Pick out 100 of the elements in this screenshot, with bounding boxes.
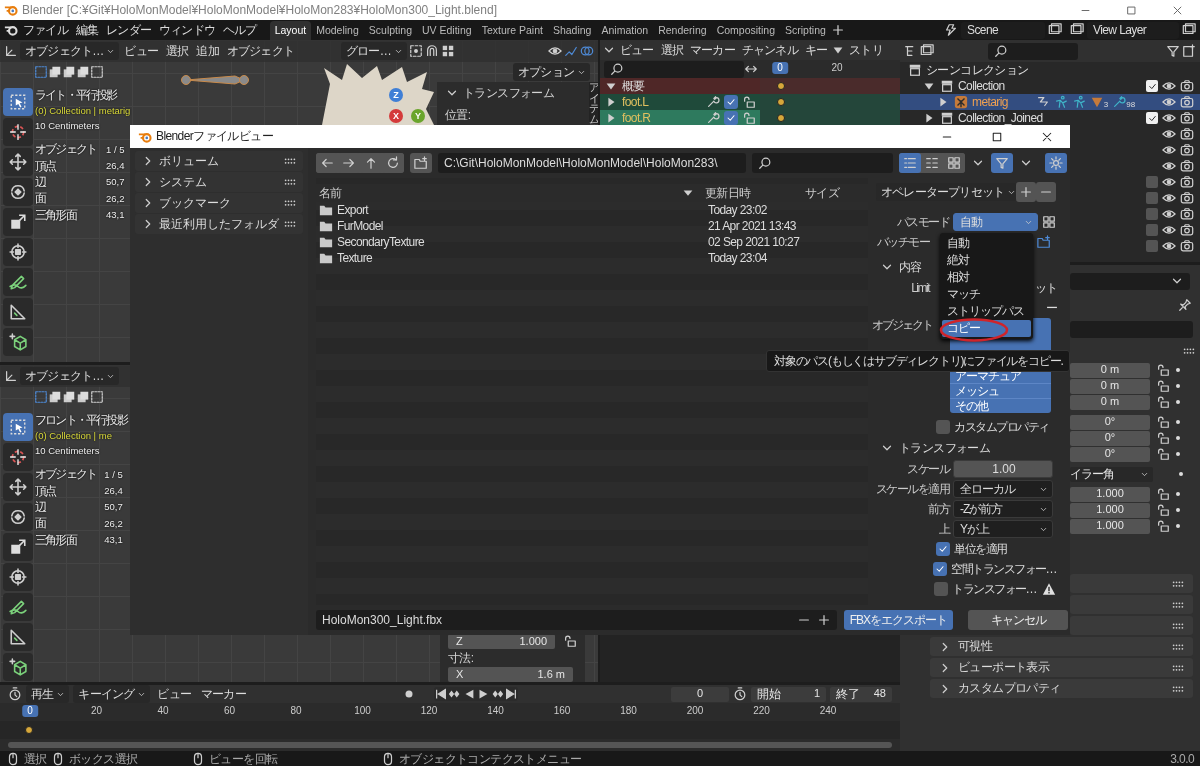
lock-icon[interactable]: [1156, 447, 1170, 461]
value-field[interactable]: 1.6 m: [537, 667, 565, 682]
eye-icon[interactable]: [1162, 239, 1176, 253]
value-field[interactable]: 1.000: [1070, 518, 1150, 534]
tool-button[interactable]: [3, 503, 33, 531]
increment-icon[interactable]: [816, 613, 831, 627]
menu-option[interactable]: 自動: [942, 235, 1031, 252]
sidebar-section[interactable]: ボリューム: [135, 151, 303, 171]
camera-icon[interactable]: [1180, 191, 1194, 205]
keyframe-dot[interactable]: [1176, 384, 1180, 388]
wrench-icon[interactable]: [706, 111, 720, 125]
tool-button[interactable]: [3, 653, 33, 681]
menu-item[interactable]: キー: [801, 41, 831, 59]
file-row[interactable]: Export Today 23:02: [316, 202, 868, 218]
dropdown-field[interactable]: [1070, 272, 1190, 290]
selection-mode-icon[interactable]: [48, 65, 62, 79]
workspace-tab[interactable]: Compositing: [711, 21, 780, 40]
camera-icon[interactable]: [1180, 223, 1194, 237]
path-field[interactable]: C:\Git\HoloMonModel\HoloMonModel\HoloMon283\: [438, 153, 746, 173]
menu-item[interactable]: ビュー: [121, 42, 161, 60]
outliner-row[interactable]: シーンコレクション: [900, 62, 1200, 78]
search-field[interactable]: [988, 42, 1078, 60]
eye-icon[interactable]: [1162, 159, 1176, 173]
view-layer-field[interactable]: View Layer: [1087, 21, 1179, 39]
workspace-tab[interactable]: Rendering: [653, 21, 712, 40]
tool-button[interactable]: [3, 593, 33, 621]
eye-icon[interactable]: [1162, 143, 1176, 157]
outliner-row[interactable]: Collection: [900, 78, 1200, 94]
object-type-toggle[interactable]: その他: [950, 398, 1051, 413]
current-frame-indicator[interactable]: 0: [772, 62, 788, 74]
visibility-icon[interactable]: [548, 44, 562, 58]
keyframe-icon[interactable]: [25, 726, 33, 734]
sidebar-section[interactable]: システム: [135, 172, 303, 192]
checkbox[interactable]: [936, 420, 950, 434]
view-layer-icon[interactable]: [1070, 23, 1084, 37]
eye-icon[interactable]: [1162, 111, 1176, 125]
pin-icon[interactable]: [1178, 298, 1192, 312]
skip-end-icon[interactable]: [503, 687, 518, 701]
pose-icon[interactable]: [1071, 95, 1086, 109]
tool-button[interactable]: [3, 413, 33, 441]
menu-item[interactable]: マーカー: [687, 41, 738, 59]
camera-icon[interactable]: [1180, 127, 1194, 141]
collection-checkbox[interactable]: [1146, 112, 1158, 124]
selection-mode-icon[interactable]: [48, 390, 62, 404]
eye-icon[interactable]: [1162, 79, 1176, 93]
tool-button[interactable]: [3, 473, 33, 501]
menu-item[interactable]: ウィンドウ: [156, 21, 219, 39]
scale-field[interactable]: 1.00: [953, 460, 1053, 478]
value-field[interactable]: 0°: [1070, 414, 1150, 430]
collection-checkbox[interactable]: [1146, 192, 1158, 204]
workspace-tab[interactable]: Animation: [596, 21, 654, 40]
remove-preset-button[interactable]: [1036, 182, 1056, 202]
tool-button[interactable]: [3, 298, 33, 326]
menu-item[interactable]: ビュー: [617, 41, 657, 59]
lock-icon[interactable]: [1156, 519, 1170, 533]
gizmo-toggle-icon[interactable]: [564, 44, 578, 58]
triangle-icon[interactable]: [1089, 95, 1104, 109]
camera-icon[interactable]: [1180, 239, 1194, 253]
tool-button[interactable]: [3, 88, 33, 116]
keyframe-dot[interactable]: [1176, 492, 1180, 496]
tool-button[interactable]: [3, 148, 33, 176]
search-field[interactable]: [752, 153, 893, 173]
tool-button[interactable]: [3, 178, 33, 206]
constraint-icon[interactable]: [1035, 95, 1050, 109]
new-folder-button[interactable]: [410, 153, 432, 173]
camera-icon[interactable]: [1180, 143, 1194, 157]
scene-field[interactable]: Scene: [961, 21, 1045, 39]
dropdown[interactable]: Yが上: [953, 520, 1053, 538]
search-field[interactable]: [604, 60, 744, 78]
tool-button[interactable]: [3, 118, 33, 146]
panel-header[interactable]: カスタムプロパティ: [930, 679, 1193, 698]
checkbox[interactable]: [936, 542, 950, 556]
settings-button[interactable]: [1045, 153, 1067, 173]
section-title[interactable]: 内容: [899, 259, 922, 275]
dropdown[interactable]: 全ローカル: [953, 480, 1053, 498]
menu-dropdown[interactable]: キーイング: [73, 685, 151, 703]
lock-icon[interactable]: [1156, 379, 1170, 393]
section-title[interactable]: トランスフォーム: [899, 440, 991, 456]
camera-icon[interactable]: [1180, 159, 1194, 173]
menu-option[interactable]: 絶対: [942, 252, 1031, 269]
camera-icon[interactable]: [1180, 111, 1194, 125]
lock-icon[interactable]: [1156, 487, 1170, 501]
tool-button[interactable]: [3, 563, 33, 591]
outliner-row[interactable]: Collection_Joined: [900, 110, 1200, 126]
value-field[interactable]: 1.000: [519, 634, 547, 648]
selection-mode-icon[interactable]: [62, 65, 76, 79]
menu-item[interactable]: 選択: [163, 42, 192, 60]
eye-icon[interactable]: [1162, 95, 1176, 109]
snap-icon[interactable]: [424, 44, 439, 58]
eye-icon[interactable]: [1162, 127, 1176, 141]
rotation-mode-dropdown[interactable]: イラー角: [1070, 466, 1153, 482]
selection-mode-icon[interactable]: [76, 390, 90, 404]
current-frame-field[interactable]: 0: [671, 686, 729, 702]
add-preset-button[interactable]: [1016, 182, 1036, 202]
pivot-icon[interactable]: [408, 44, 423, 58]
menu-item[interactable]: 編集: [72, 21, 102, 39]
collection-checkbox[interactable]: [1146, 224, 1158, 236]
menu-dropdown[interactable]: 再生: [26, 685, 70, 703]
copy-icon[interactable]: [1182, 23, 1196, 37]
collection-checkbox[interactable]: [1146, 80, 1158, 92]
